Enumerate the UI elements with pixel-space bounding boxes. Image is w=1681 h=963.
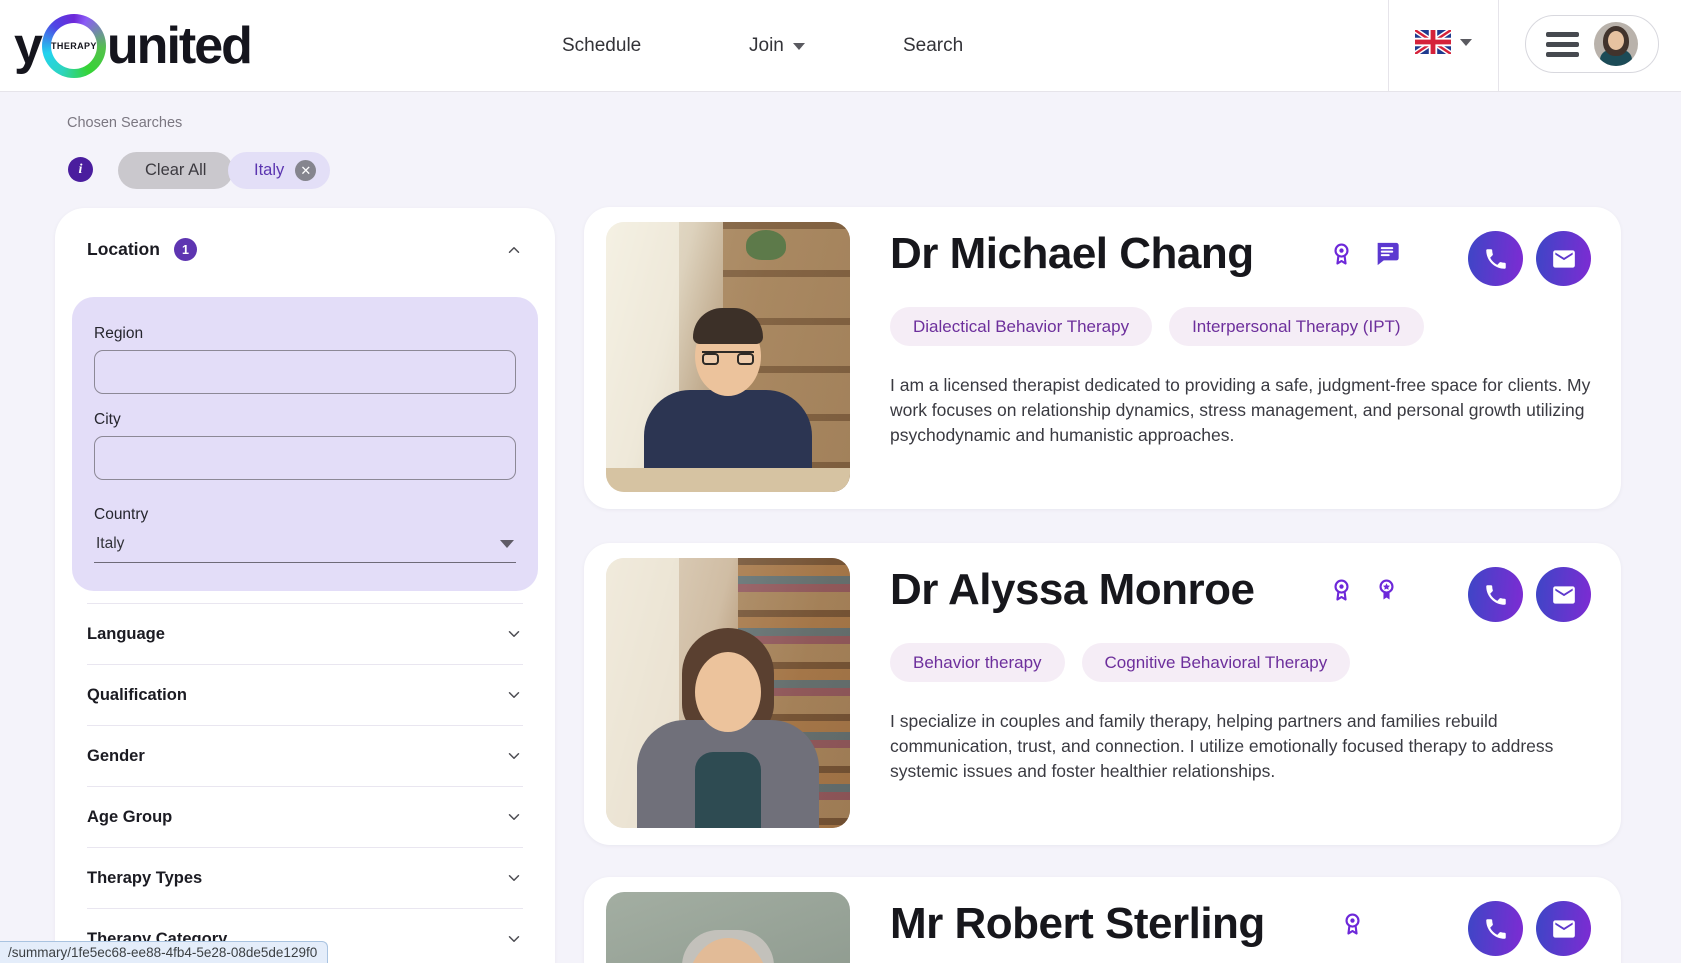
uk-flag-icon	[1415, 30, 1451, 54]
language-selector[interactable]	[1415, 30, 1472, 54]
nav-schedule[interactable]: Schedule	[562, 0, 641, 92]
region-input[interactable]	[94, 350, 516, 394]
call-button[interactable]	[1468, 231, 1523, 286]
avatar	[1594, 22, 1638, 66]
nav-join[interactable]: Join	[749, 0, 805, 92]
location-title: Location	[87, 239, 160, 260]
therapist-bio: I specialize in couples and family thera…	[890, 709, 1596, 784]
chevron-down-icon	[793, 43, 805, 50]
therapist-card: Mr Robert Sterling	[584, 877, 1621, 963]
therapist-name: Dr Michael Chang	[890, 229, 1254, 279]
therapist-card: Dr Alyssa Monroe Behavior therapy Cognit…	[584, 543, 1621, 845]
award-icon	[1328, 577, 1355, 604]
logo-ring-icon: THERAPY	[42, 14, 106, 78]
specialty-tag[interactable]: Behavior therapy	[890, 643, 1065, 682]
therapist-photo	[606, 222, 850, 492]
chevron-down-icon	[505, 625, 523, 643]
phone-icon	[1483, 246, 1509, 272]
mail-icon	[1551, 246, 1577, 272]
filters-panel: Location 1 Region City Country Italy Lan…	[55, 208, 555, 963]
chevron-down-icon	[505, 930, 523, 948]
filter-section-location[interactable]: Location 1	[87, 238, 523, 261]
logo-circle-text: THERAPY	[51, 23, 97, 69]
country-value: Italy	[96, 535, 124, 553]
phone-icon	[1483, 916, 1509, 942]
therapist-name: Mr Robert Sterling	[890, 899, 1265, 949]
search-chip-italy[interactable]: Italy ✕	[228, 152, 330, 189]
city-label: City	[94, 411, 516, 429]
chevron-down-icon	[1460, 39, 1472, 46]
filter-section-language[interactable]: Language	[87, 603, 523, 664]
email-button[interactable]	[1536, 901, 1591, 956]
therapist-bio: I am a licensed therapist dedicated to p…	[890, 373, 1596, 448]
filter-section-gender[interactable]: Gender	[87, 725, 523, 786]
phone-icon	[1483, 582, 1509, 608]
award-icon	[1339, 911, 1366, 938]
mail-icon	[1551, 916, 1577, 942]
award-icon	[1328, 241, 1355, 268]
chevron-up-icon	[505, 241, 523, 259]
chat-icon[interactable]	[1373, 240, 1401, 268]
call-button[interactable]	[1468, 901, 1523, 956]
link-preview-status-bar: /summary/1fe5ec68-ee88-4fb4-5e28-08de5de…	[0, 941, 328, 963]
therapist-photo	[606, 892, 850, 963]
therapist-name: Dr Alyssa Monroe	[890, 565, 1254, 615]
therapist-card: Dr Michael Chang Dialectical Behavior Th…	[584, 207, 1621, 509]
header: y THERAPY united Schedule Join Search	[0, 0, 1681, 92]
header-divider	[1498, 0, 1499, 92]
city-input[interactable]	[94, 436, 516, 480]
specialty-tag[interactable]: Dialectical Behavior Therapy	[890, 307, 1152, 346]
region-label: Region	[94, 325, 516, 343]
therapist-photo	[606, 558, 850, 828]
location-count-badge: 1	[174, 238, 197, 261]
call-button[interactable]	[1468, 567, 1523, 622]
chevron-down-icon	[505, 808, 523, 826]
clear-all-button[interactable]: Clear All	[118, 152, 233, 189]
close-icon[interactable]: ✕	[295, 160, 316, 181]
chevron-down-icon	[505, 686, 523, 704]
location-filter-panel: Region City Country Italy	[72, 297, 538, 591]
filter-section-age-group[interactable]: Age Group	[87, 786, 523, 847]
dropdown-caret-icon	[500, 540, 514, 548]
specialty-tag[interactable]: Cognitive Behavioral Therapy	[1082, 643, 1351, 682]
logo-suffix: united	[107, 16, 251, 76]
ribbon-star-icon	[1373, 577, 1400, 604]
hamburger-icon	[1546, 32, 1579, 57]
specialty-tag[interactable]: Interpersonal Therapy (IPT)	[1169, 307, 1424, 346]
info-icon[interactable]: i	[68, 157, 93, 182]
filter-section-qualification[interactable]: Qualification	[87, 664, 523, 725]
header-divider	[1388, 0, 1389, 92]
mail-icon	[1551, 582, 1577, 608]
email-button[interactable]	[1536, 231, 1591, 286]
country-label: Country	[94, 506, 516, 524]
logo[interactable]: y THERAPY united	[14, 10, 251, 82]
chosen-searches-label: Chosen Searches	[67, 115, 182, 131]
account-menu-button[interactable]	[1525, 15, 1659, 73]
country-select[interactable]: Italy	[94, 535, 516, 563]
filter-section-therapy-types[interactable]: Therapy Types	[87, 847, 523, 908]
nav-search[interactable]: Search	[903, 0, 963, 92]
logo-prefix: y	[14, 16, 41, 76]
chevron-down-icon	[505, 869, 523, 887]
email-button[interactable]	[1536, 567, 1591, 622]
chevron-down-icon	[505, 747, 523, 765]
